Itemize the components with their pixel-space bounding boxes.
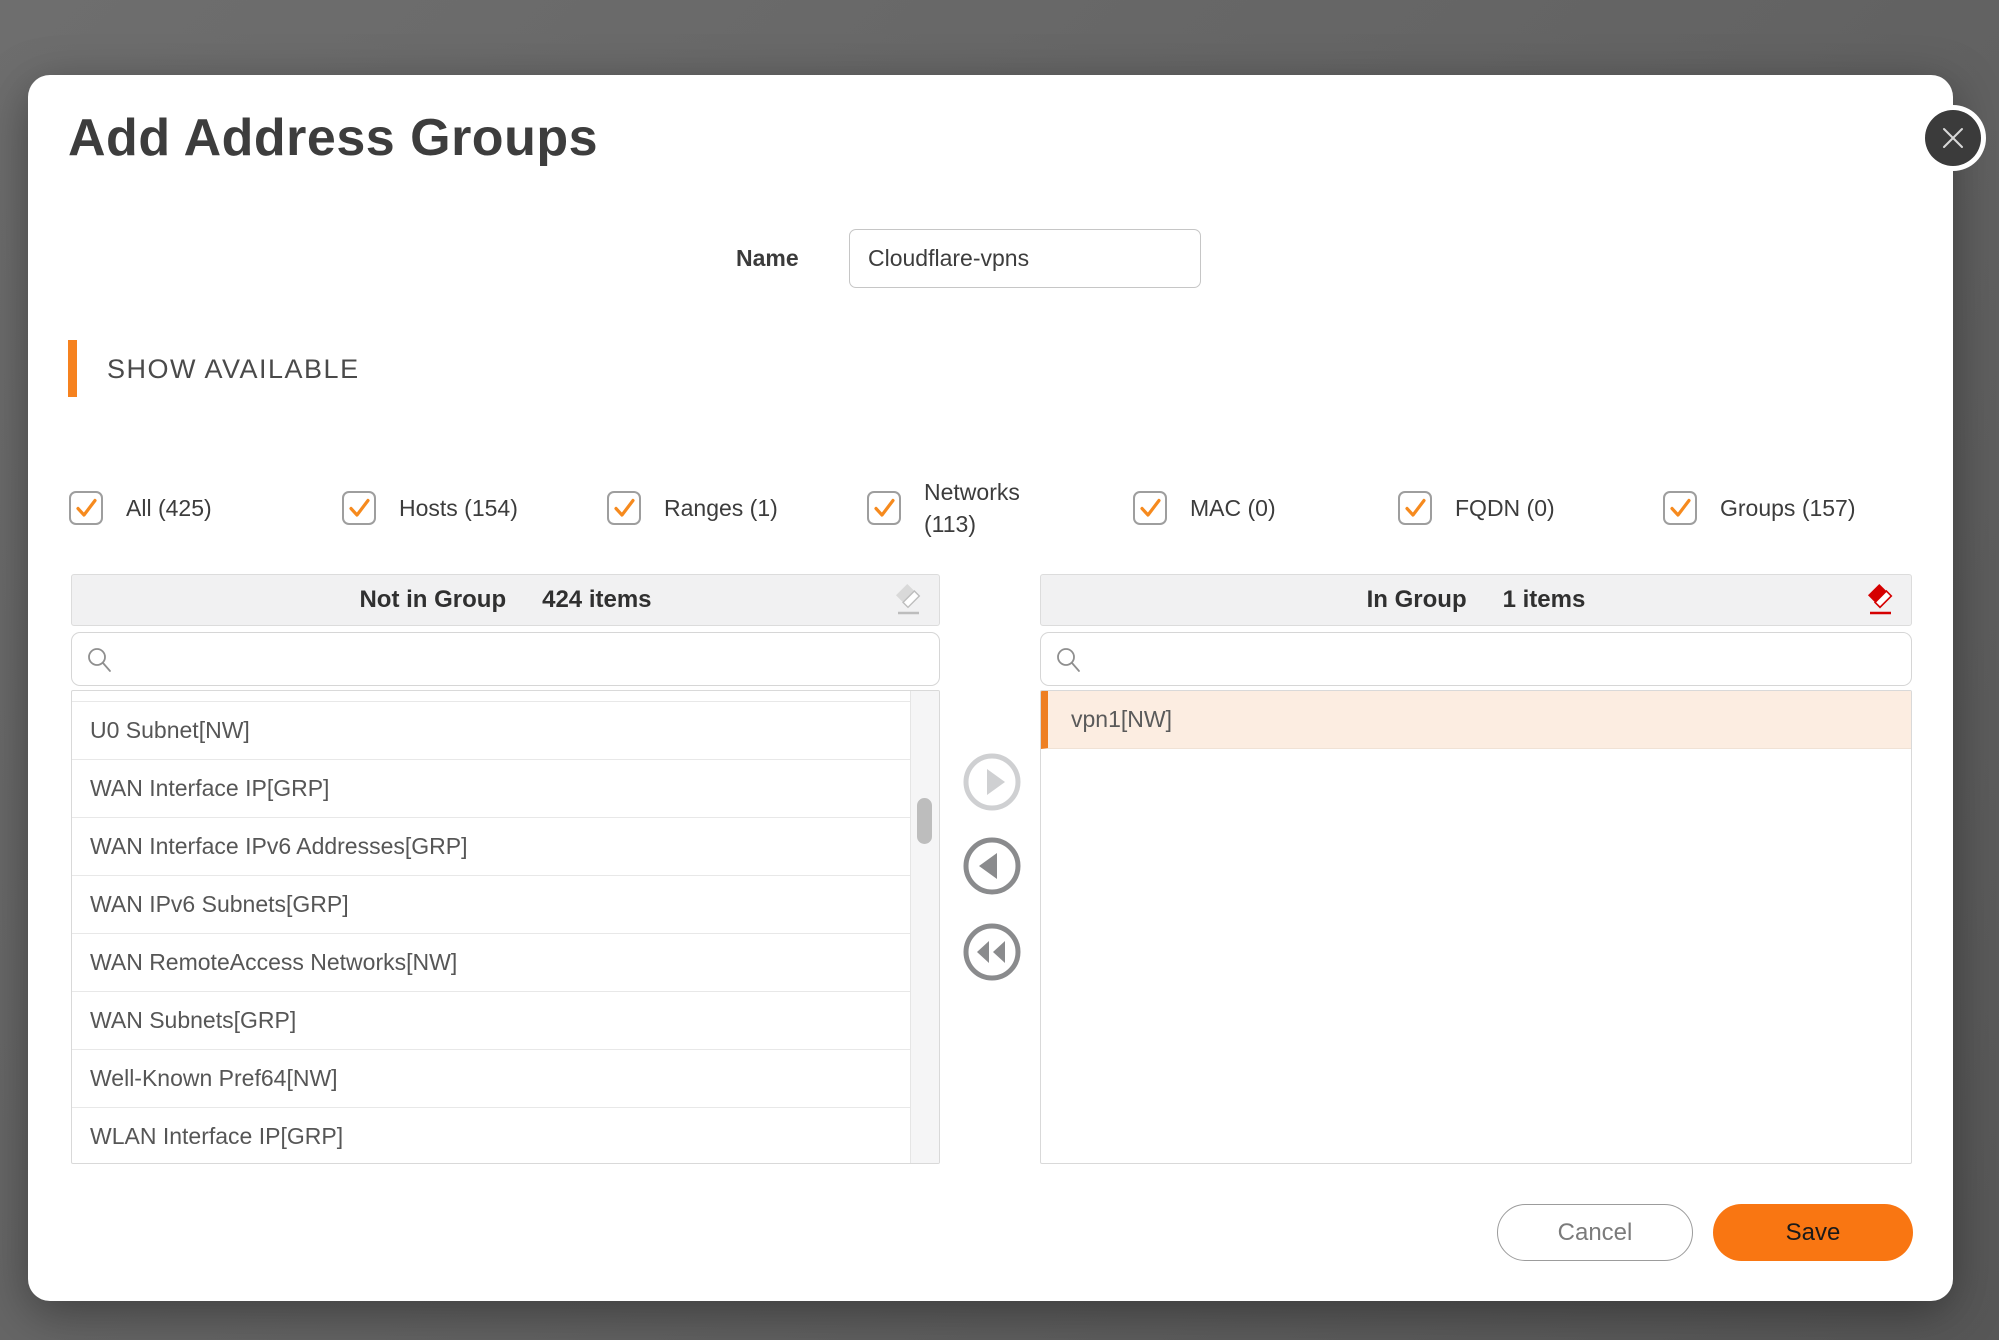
arrow-right-circle-icon <box>960 750 1024 814</box>
filter-label: Hosts (154) <box>399 492 518 524</box>
filter-label: MAC (0) <box>1190 492 1276 524</box>
filter-checkbox-item[interactable]: All (425) <box>69 491 212 525</box>
in-group-panel: In Group 1 items <box>1040 574 1912 1164</box>
in-group-header: In Group 1 items <box>1040 574 1912 626</box>
section-title: SHOW AVAILABLE <box>107 354 360 385</box>
search-icon <box>86 646 113 678</box>
add-address-groups-dialog: Add Address Groups Name SHOW AVAILABLE A… <box>28 75 1953 1301</box>
not-in-group-count: 424 items <box>542 586 651 614</box>
in-group-count: 1 items <box>1503 586 1586 614</box>
filter-label: Networks (113) <box>924 476 1036 540</box>
list-item[interactable]: WAN IPv6 Subnets[GRP] <box>72 876 911 934</box>
in-group-search-input[interactable] <box>1040 632 1912 686</box>
list-item[interactable]: WAN RemoteAccess Networks[NW] <box>72 934 911 992</box>
search-icon <box>1055 646 1082 678</box>
filter-label: Ranges (1) <box>664 492 778 524</box>
section-accent-bar <box>68 340 77 397</box>
close-button[interactable] <box>1920 105 1986 171</box>
filter-checkbox-item[interactable]: FQDN (0) <box>1398 491 1555 525</box>
filter-label: All (425) <box>126 492 212 524</box>
clear-group-button[interactable] <box>1863 582 1897 618</box>
close-icon <box>1925 110 1981 166</box>
checkbox-checked-icon[interactable] <box>1663 491 1697 525</box>
filter-label: FQDN (0) <box>1455 492 1555 524</box>
checkbox-checked-icon[interactable] <box>1398 491 1432 525</box>
in-group-list: vpn1[NW] <box>1040 690 1912 1164</box>
not-in-group-search-input[interactable] <box>71 632 940 686</box>
filter-checkbox-item[interactable]: Hosts (154) <box>342 491 518 525</box>
filter-checkbox-item[interactable]: Groups (157) <box>1663 491 1856 525</box>
in-group-title: In Group <box>1367 586 1467 614</box>
partial-row <box>72 691 911 702</box>
checkbox-checked-icon[interactable] <box>1133 491 1167 525</box>
checkbox-checked-icon[interactable] <box>867 491 901 525</box>
list-item[interactable]: Well-Known Pref64[NW] <box>72 1050 911 1108</box>
checkbox-checked-icon[interactable] <box>69 491 103 525</box>
eraser-icon <box>891 582 925 618</box>
arrow-left-circle-icon <box>960 834 1024 898</box>
clear-selection-button[interactable] <box>891 582 925 618</box>
checkbox-checked-icon[interactable] <box>342 491 376 525</box>
list-item[interactable]: WAN Subnets[GRP] <box>72 992 911 1050</box>
checkbox-checked-icon[interactable] <box>607 491 641 525</box>
move-to-group-button[interactable] <box>960 750 1024 814</box>
double-arrow-left-circle-icon <box>960 920 1024 984</box>
name-label: Name <box>736 245 836 272</box>
name-input[interactable] <box>849 229 1201 288</box>
eraser-red-icon <box>1863 582 1897 618</box>
page-title: Add Address Groups <box>68 108 598 168</box>
not-in-group-title: Not in Group <box>359 586 506 614</box>
list-item[interactable]: vpn1[NW] <box>1041 691 1911 749</box>
scrollbar-thumb[interactable] <box>917 798 932 844</box>
filter-checkbox-item[interactable]: MAC (0) <box>1133 491 1276 525</box>
remove-from-group-button[interactable] <box>960 834 1024 898</box>
cancel-button[interactable]: Cancel <box>1497 1204 1693 1261</box>
list-item[interactable]: WAN Interface IPv6 Addresses[GRP] <box>72 818 911 876</box>
save-button[interactable]: Save <box>1713 1204 1913 1261</box>
list-item[interactable]: WAN Interface IP[GRP] <box>72 760 911 818</box>
filter-checkbox-item[interactable]: Networks (113) <box>867 476 1036 540</box>
not-in-group-panel: Not in Group 424 items <box>71 574 940 1164</box>
remove-all-from-group-button[interactable] <box>960 920 1024 984</box>
filter-label: Groups (157) <box>1720 492 1856 524</box>
list-item[interactable]: WLAN Interface IP[GRP] <box>72 1108 911 1164</box>
not-in-group-list: U0 Subnet[NW]WAN Interface IP[GRP]WAN In… <box>71 690 940 1164</box>
scrollbar-track[interactable] <box>910 691 939 1163</box>
not-in-group-header: Not in Group 424 items <box>71 574 940 626</box>
list-item[interactable]: U0 Subnet[NW] <box>72 702 911 760</box>
filter-checkbox-item[interactable]: Ranges (1) <box>607 491 778 525</box>
